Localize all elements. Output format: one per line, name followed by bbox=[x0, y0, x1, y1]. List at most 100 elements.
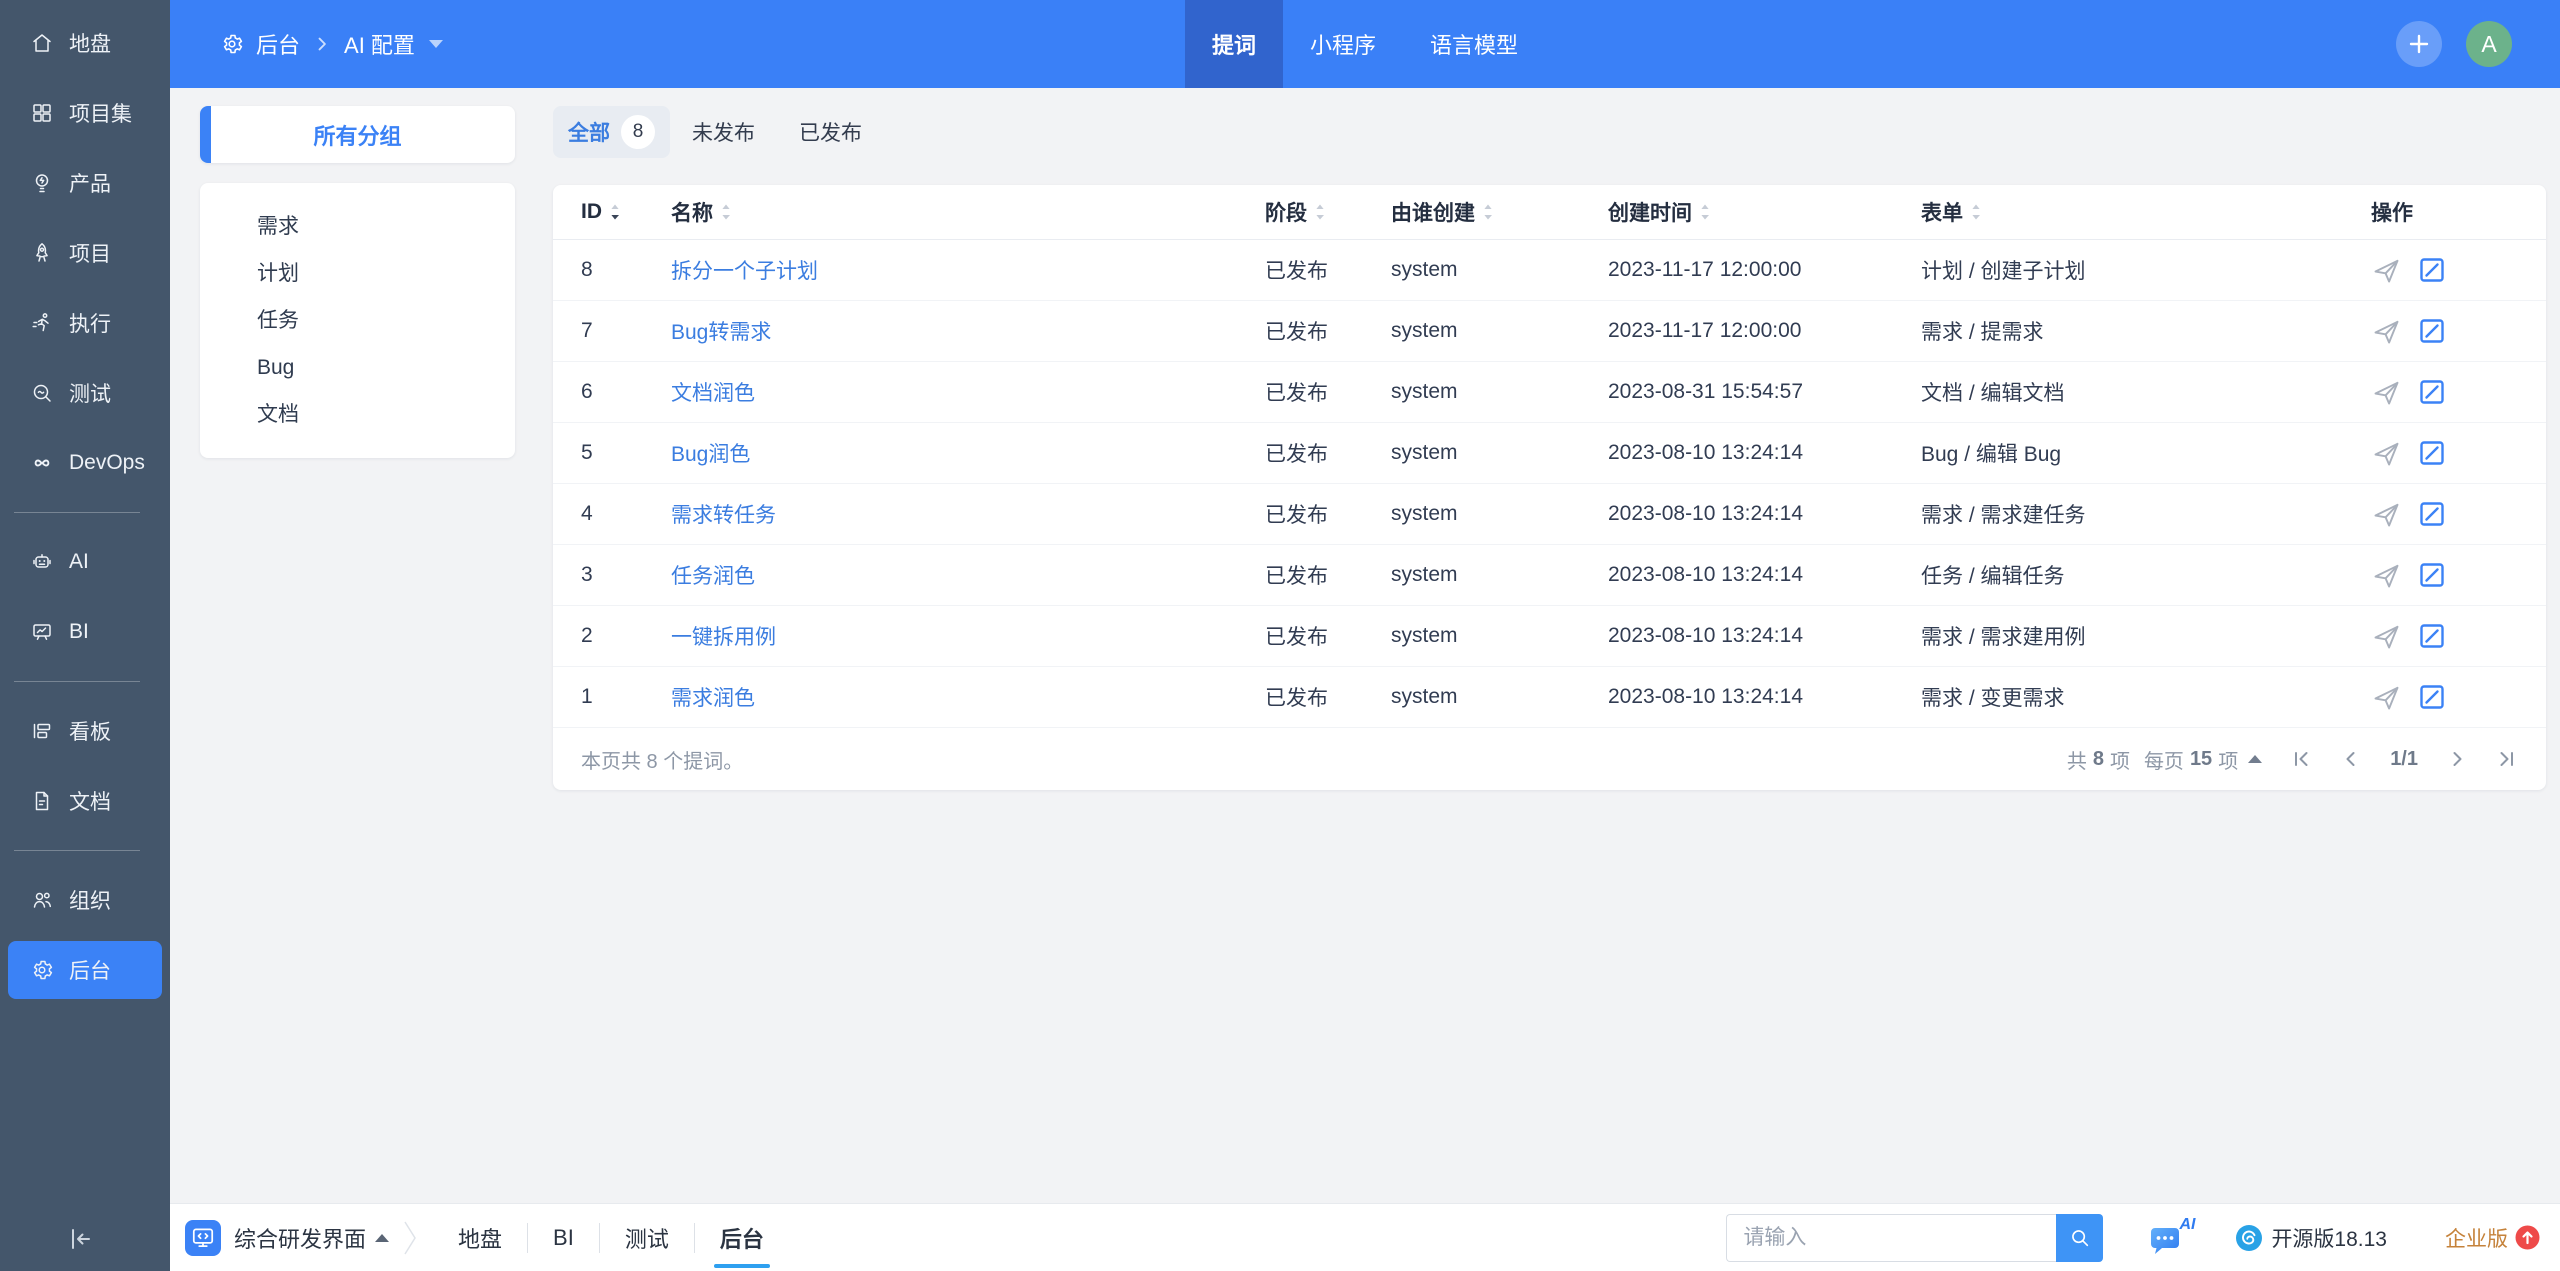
breadcrumb-section[interactable]: 后台 bbox=[256, 28, 300, 60]
edit-button[interactable] bbox=[2418, 378, 2446, 406]
prompt-created: 2023-08-10 13:24:14 bbox=[1608, 624, 1921, 648]
column-header-name[interactable]: 名称 bbox=[671, 197, 1265, 227]
edit-button[interactable] bbox=[2418, 561, 2446, 589]
caret-up-icon bbox=[375, 1234, 389, 1242]
publish-button[interactable] bbox=[2371, 621, 2402, 652]
page-summary: 本页共 8 个提词。 bbox=[581, 745, 743, 774]
sidebar-item-kanban[interactable]: 看板 bbox=[0, 696, 170, 766]
publish-button[interactable] bbox=[2371, 560, 2402, 591]
publish-button[interactable] bbox=[2371, 438, 2402, 469]
sidebar-item-organization[interactable]: 组织 bbox=[0, 865, 170, 935]
publish-button[interactable] bbox=[2371, 499, 2402, 530]
sidebar-item-admin[interactable]: 后台 bbox=[8, 941, 162, 999]
edit-button[interactable] bbox=[2418, 317, 2446, 345]
last-page-button[interactable] bbox=[2496, 748, 2518, 770]
all-groups-header[interactable]: 所有分组 bbox=[200, 106, 515, 163]
column-header-form[interactable]: 表单 bbox=[1921, 197, 2371, 227]
sidebar-item-product[interactable]: 产品 bbox=[0, 148, 170, 218]
edit-button[interactable] bbox=[2418, 256, 2446, 284]
runner-icon bbox=[30, 311, 54, 335]
sidebar-item-label: 项目集 bbox=[69, 98, 132, 128]
edition-upgrade-link[interactable]: 企业版 bbox=[2445, 1223, 2540, 1253]
prompt-name-link[interactable]: 拆分一个子计划 bbox=[671, 260, 818, 283]
prompt-name-link[interactable]: 需求转任务 bbox=[671, 504, 776, 527]
sidebar-item-qa[interactable]: 测试 bbox=[0, 358, 170, 428]
search-input[interactable] bbox=[1726, 1214, 2056, 1262]
user-avatar[interactable]: A bbox=[2466, 21, 2512, 67]
prompt-stage: 已发布 bbox=[1265, 621, 1391, 651]
prompt-name-link[interactable]: 一键拆用例 bbox=[671, 626, 776, 649]
publish-button[interactable] bbox=[2371, 377, 2402, 408]
sidebar-item-execution[interactable]: 执行 bbox=[0, 288, 170, 358]
filter-unpublished[interactable]: 未发布 bbox=[670, 117, 777, 147]
prompt-name-link[interactable]: 任务润色 bbox=[671, 565, 755, 588]
edit-button[interactable] bbox=[2418, 500, 2446, 528]
app-switcher-icon-button[interactable] bbox=[185, 1220, 221, 1256]
sidebar-item-program[interactable]: 项目集 bbox=[0, 78, 170, 148]
column-header-stage[interactable]: 阶段 bbox=[1265, 197, 1391, 227]
sidebar-item-label: 地盘 bbox=[69, 28, 111, 58]
sidebar-item-ai[interactable]: AI bbox=[0, 527, 170, 597]
prompt-created: 2023-11-17 12:00:00 bbox=[1608, 258, 1921, 282]
footer-nav-qa[interactable]: 测试 bbox=[600, 1204, 694, 1271]
tab-language-model[interactable]: 语言模型 bbox=[1403, 0, 1545, 88]
table-row: 1 需求润色 已发布 system 2023-08-10 13:24:14 需求… bbox=[553, 667, 2546, 728]
footer-nav-admin[interactable]: 后台 bbox=[695, 1204, 789, 1271]
sidebar-item-home[interactable]: 地盘 bbox=[0, 8, 170, 78]
breadcrumb-current[interactable]: AI 配置 bbox=[344, 28, 415, 60]
sort-icon bbox=[1314, 202, 1326, 222]
column-header-id[interactable]: ID bbox=[553, 200, 671, 224]
top-bar: 后台 AI 配置 提词 小程序 语言模型 A bbox=[170, 0, 2560, 88]
filter-published[interactable]: 已发布 bbox=[777, 117, 884, 147]
page-indicator: 1/1 bbox=[2390, 748, 2418, 771]
group-item-doc[interactable]: 文档 bbox=[200, 391, 515, 438]
ai-chat-button[interactable]: AI bbox=[2149, 1216, 2195, 1260]
paper-plane-icon bbox=[2371, 621, 2402, 652]
workspace-switcher[interactable]: 综合研发界面 bbox=[234, 1222, 389, 1254]
brand-area[interactable]: 开源版18.13 bbox=[2235, 1223, 2387, 1253]
sidebar-item-project[interactable]: 项目 bbox=[0, 218, 170, 288]
sidebar-item-bi[interactable]: BI bbox=[0, 597, 170, 667]
footer-nav-bi[interactable]: BI bbox=[528, 1204, 599, 1271]
group-item-story[interactable]: 需求 bbox=[200, 203, 515, 250]
group-item-bug[interactable]: Bug bbox=[200, 344, 515, 391]
prompt-name-link[interactable]: Bug转需求 bbox=[671, 321, 771, 344]
publish-button[interactable] bbox=[2371, 316, 2402, 347]
prompt-name-link[interactable]: Bug润色 bbox=[671, 443, 750, 466]
footer-nav-home[interactable]: 地盘 bbox=[433, 1204, 527, 1271]
prev-page-button[interactable] bbox=[2340, 748, 2362, 770]
column-header-created[interactable]: 创建时间 bbox=[1608, 197, 1921, 227]
edit-button[interactable] bbox=[2418, 622, 2446, 650]
per-page-select[interactable] bbox=[2248, 755, 2262, 763]
top-actions: A bbox=[2396, 0, 2512, 88]
sidebar-item-label: DevOps bbox=[69, 451, 145, 475]
next-page-button[interactable] bbox=[2446, 748, 2468, 770]
sidebar-collapse-button[interactable] bbox=[64, 1223, 96, 1255]
sidebar-item-devops[interactable]: DevOps bbox=[0, 428, 170, 498]
tab-prompt[interactable]: 提词 bbox=[1185, 0, 1283, 88]
edit-icon bbox=[2418, 317, 2446, 345]
filter-all[interactable]: 全部 8 bbox=[553, 106, 670, 158]
sidebar-item-label: 项目 bbox=[69, 238, 111, 268]
column-header-creator[interactable]: 由谁创建 bbox=[1391, 197, 1608, 227]
publish-button[interactable] bbox=[2371, 255, 2402, 286]
prompt-name-link[interactable]: 文档润色 bbox=[671, 382, 755, 405]
prompt-name-link[interactable]: 需求润色 bbox=[671, 687, 755, 710]
kanban-icon bbox=[30, 719, 54, 743]
publish-button[interactable] bbox=[2371, 682, 2402, 713]
edit-button[interactable] bbox=[2418, 683, 2446, 711]
prompt-id: 4 bbox=[553, 502, 671, 526]
dropdown-caret-icon[interactable] bbox=[429, 40, 443, 48]
edit-button[interactable] bbox=[2418, 439, 2446, 467]
filter-bar: 全部 8 未发布 已发布 bbox=[553, 106, 2546, 158]
sidebar-item-doc[interactable]: 文档 bbox=[0, 766, 170, 836]
group-item-plan[interactable]: 计划 bbox=[200, 250, 515, 297]
create-button[interactable] bbox=[2396, 21, 2442, 67]
tab-miniprogram[interactable]: 小程序 bbox=[1283, 0, 1403, 88]
first-page-button[interactable] bbox=[2290, 748, 2312, 770]
prompt-created: 2023-08-10 13:24:14 bbox=[1608, 563, 1921, 587]
group-item-task[interactable]: 任务 bbox=[200, 297, 515, 344]
search-button[interactable] bbox=[2056, 1214, 2103, 1262]
group-list: 需求 计划 任务 Bug 文档 bbox=[200, 183, 515, 458]
robot-icon bbox=[30, 550, 54, 574]
